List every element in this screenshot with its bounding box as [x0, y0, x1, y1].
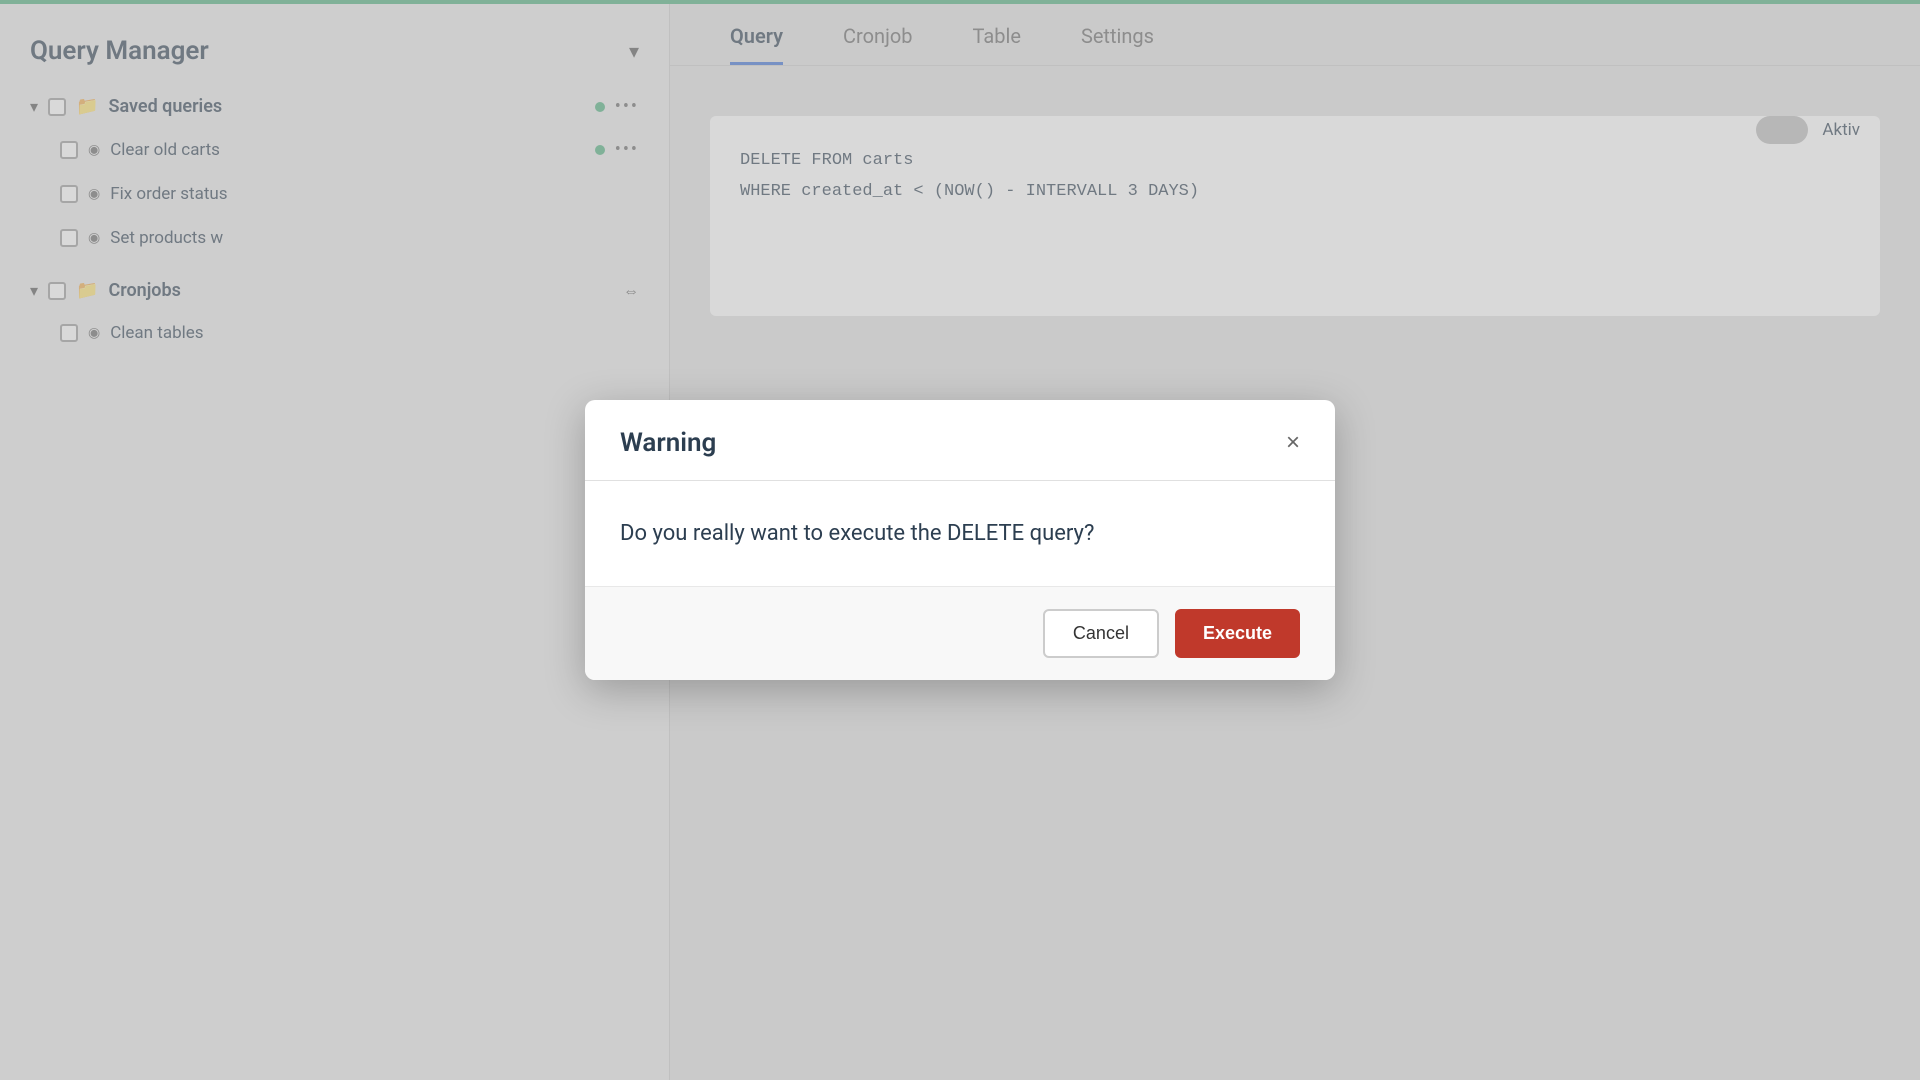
dialog-close-button[interactable]: ×	[1286, 431, 1300, 455]
warning-dialog: Warning × Do you really want to execute …	[585, 400, 1335, 680]
cancel-button[interactable]: Cancel	[1043, 609, 1159, 658]
execute-button[interactable]: Execute	[1175, 609, 1300, 658]
dialog-body: Do you really want to execute the DELETE…	[585, 481, 1335, 587]
dialog-header: Warning ×	[585, 400, 1335, 481]
dialog-message: Do you really want to execute the DELETE…	[620, 521, 1300, 546]
dialog-footer: Cancel Execute	[585, 587, 1335, 680]
dialog-title: Warning	[620, 428, 716, 458]
